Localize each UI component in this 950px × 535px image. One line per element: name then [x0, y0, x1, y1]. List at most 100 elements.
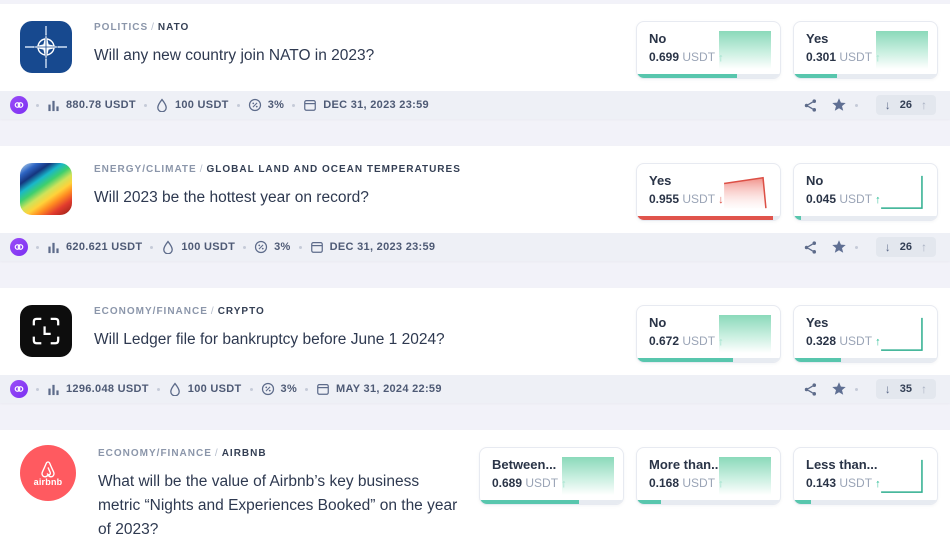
- outcome-probability-bar: [637, 358, 780, 362]
- breadcrumb-divider: /: [199, 164, 204, 175]
- market-card-ledger[interactable]: ECONOMY/FINANCE / CRYPTO Will Ledger file …: [0, 288, 950, 403]
- ledger-logo-icon: [20, 305, 72, 357]
- breadcrumb: ENERGY/CLIMATE / GLOBAL LAND AND OCEAN TEM…: [94, 164, 622, 175]
- favorite-star-button[interactable]: [831, 97, 847, 113]
- percent-circle-icon: [248, 98, 262, 112]
- liquidity-value: 100 USDT: [187, 383, 242, 395]
- outcome-probability-bar: [637, 74, 780, 78]
- price-sparkline: [562, 457, 614, 495]
- subcategory-label[interactable]: AIRBNB: [222, 448, 267, 459]
- breadcrumb-divider: /: [151, 22, 155, 33]
- favorite-star-button[interactable]: [831, 239, 847, 255]
- market-card-airbnb[interactable]: airbnb ECONOMY/FINANCE / AIRBNB What will …: [0, 430, 950, 535]
- nato-flag-icon: [20, 21, 72, 73]
- subcategory-label[interactable]: NATO: [158, 22, 189, 33]
- volume-value: 1296.048 USDT: [66, 383, 149, 395]
- outcome-box[interactable]: No 0.045 USDT ↑: [793, 163, 938, 221]
- expiration-value: DEC 31, 2023 23:59: [329, 241, 436, 253]
- price-sparkline: [723, 176, 767, 209]
- outcome-box[interactable]: Less than... 0.143 USDT ↑: [793, 447, 938, 505]
- market-card-body: airbnb ECONOMY/FINANCE / AIRBNB What will …: [0, 430, 950, 535]
- fee-value: 3%: [274, 241, 291, 253]
- price-sparkline: [881, 459, 923, 493]
- outcome-box[interactable]: Yes 0.328 USDT ↑: [793, 305, 938, 363]
- market-stats: 880.78 USDT 100 USDT 3% DEC 31, 2023 23:…: [10, 96, 429, 114]
- droplet-icon: [155, 98, 169, 112]
- outcome-probability-bar: [637, 500, 780, 504]
- outcome-box[interactable]: Yes 0.955 USDT ↓: [636, 163, 781, 221]
- volume-value: 880.78 USDT: [66, 99, 136, 111]
- polkamarkets-logo: [10, 380, 28, 398]
- calendar-icon: [316, 382, 330, 396]
- outcome-probability-bar: [480, 500, 623, 504]
- upvote-button[interactable]: ↑: [921, 240, 927, 254]
- market-card-body: ECONOMY/FINANCE / CRYPTO Will Ledger file …: [0, 288, 950, 375]
- favorite-star-button[interactable]: [831, 381, 847, 397]
- votes-widget: ↓ 35 ↑: [875, 379, 936, 399]
- percent-circle-icon: [261, 382, 275, 396]
- polkamarkets-logo: [10, 96, 28, 114]
- subcategory-label[interactable]: GLOBAL LAND AND OCEAN TEMPERATURES: [207, 164, 461, 175]
- market-title[interactable]: What will be the value of Airbnb’s key b…: [98, 470, 465, 535]
- downvote-button[interactable]: ↓: [885, 240, 891, 254]
- outcomes-row: Between... 0.689 USDT ↑ More than... 0.1…: [479, 445, 938, 505]
- bar-chart-icon: [47, 99, 60, 112]
- market-title[interactable]: Will Ledger file for bankruptcy before J…: [94, 328, 514, 352]
- votes-widget: ↓ 26 ↑: [875, 237, 936, 257]
- market-card-body: POLITICS / NATO Will any new country join …: [0, 4, 950, 91]
- outcome-box[interactable]: No 0.672 USDT ↑: [636, 305, 781, 363]
- market-title[interactable]: Will any new country join NATO in 2023?: [94, 44, 514, 68]
- market-card-nato[interactable]: POLITICS / NATO Will any new country join …: [0, 4, 950, 119]
- downvote-button[interactable]: ↓: [885, 98, 891, 112]
- droplet-icon: [161, 240, 175, 254]
- share-button[interactable]: [803, 382, 818, 397]
- market-actions: ↓ 26 ↑: [803, 237, 936, 257]
- upvote-button[interactable]: ↑: [921, 382, 927, 396]
- climate-map-icon: [20, 163, 72, 215]
- market-title[interactable]: Will 2023 be the hottest year on record?: [94, 186, 514, 210]
- upvote-button[interactable]: ↑: [921, 98, 927, 112]
- market-info: ECONOMY/FINANCE / AIRBNB What will be the …: [98, 445, 479, 535]
- market-card-body: ENERGY/CLIMATE / GLOBAL LAND AND OCEAN TEM…: [0, 146, 950, 233]
- airbnb-wordmark: airbnb: [33, 476, 63, 487]
- subcategory-label[interactable]: CRYPTO: [218, 306, 265, 317]
- liquidity-value: 100 USDT: [181, 241, 236, 253]
- vote-count: 26: [899, 241, 912, 253]
- percent-circle-icon: [254, 240, 268, 254]
- outcome-box[interactable]: Between... 0.689 USDT ↑: [479, 447, 624, 505]
- outcome-box[interactable]: More than... 0.168 USDT ↑: [636, 447, 781, 505]
- votes-widget: ↓ 26 ↑: [875, 95, 936, 115]
- market-stats: 1296.048 USDT 100 USDT 3% MAY 31, 2024 2…: [10, 380, 442, 398]
- market-actions: ↓ 35 ↑: [803, 379, 936, 399]
- price-sparkline: [719, 457, 771, 495]
- breadcrumb-divider: /: [210, 306, 215, 317]
- calendar-icon: [310, 240, 324, 254]
- calendar-icon: [303, 98, 317, 112]
- outcome-probability-bar: [794, 358, 937, 362]
- polkamarkets-logo: [10, 238, 28, 256]
- category-label[interactable]: ENERGY/CLIMATE: [94, 164, 197, 175]
- outcomes-row: No 0.672 USDT ↑ Yes 0.328 USDT ↑: [636, 303, 938, 363]
- fee-value: 3%: [280, 383, 298, 395]
- outcome-box[interactable]: No 0.699 USDT ↑: [636, 21, 781, 79]
- market-actions: ↓ 26 ↑: [803, 95, 936, 115]
- market-footer: 880.78 USDT 100 USDT 3% DEC 31, 2023 23:…: [0, 91, 950, 119]
- fee-value: 3%: [267, 99, 285, 111]
- share-button[interactable]: [803, 240, 818, 255]
- market-stats: 620.621 USDT 100 USDT 3% DEC 31, 2023 23…: [10, 238, 435, 256]
- expiration-value: DEC 31, 2023 23:59: [323, 99, 429, 111]
- outcome-box[interactable]: Yes 0.301 USDT ↑: [793, 21, 938, 79]
- bar-chart-icon: [47, 241, 60, 254]
- share-button[interactable]: [803, 98, 818, 113]
- outcome-probability-bar: [637, 216, 780, 220]
- price-sparkline: [876, 31, 928, 69]
- market-card-climate[interactable]: ENERGY/CLIMATE / GLOBAL LAND AND OCEAN TEM…: [0, 146, 950, 261]
- price-sparkline: [719, 315, 771, 353]
- outcome-probability-bar: [794, 500, 937, 504]
- category-label[interactable]: ECONOMY/FINANCE: [98, 448, 212, 459]
- price-sparkline: [719, 31, 771, 69]
- airbnb-logo-icon: airbnb: [20, 445, 76, 501]
- category-label[interactable]: POLITICS: [94, 22, 148, 33]
- category-label[interactable]: ECONOMY/FINANCE: [94, 306, 208, 317]
- downvote-button[interactable]: ↓: [885, 382, 891, 396]
